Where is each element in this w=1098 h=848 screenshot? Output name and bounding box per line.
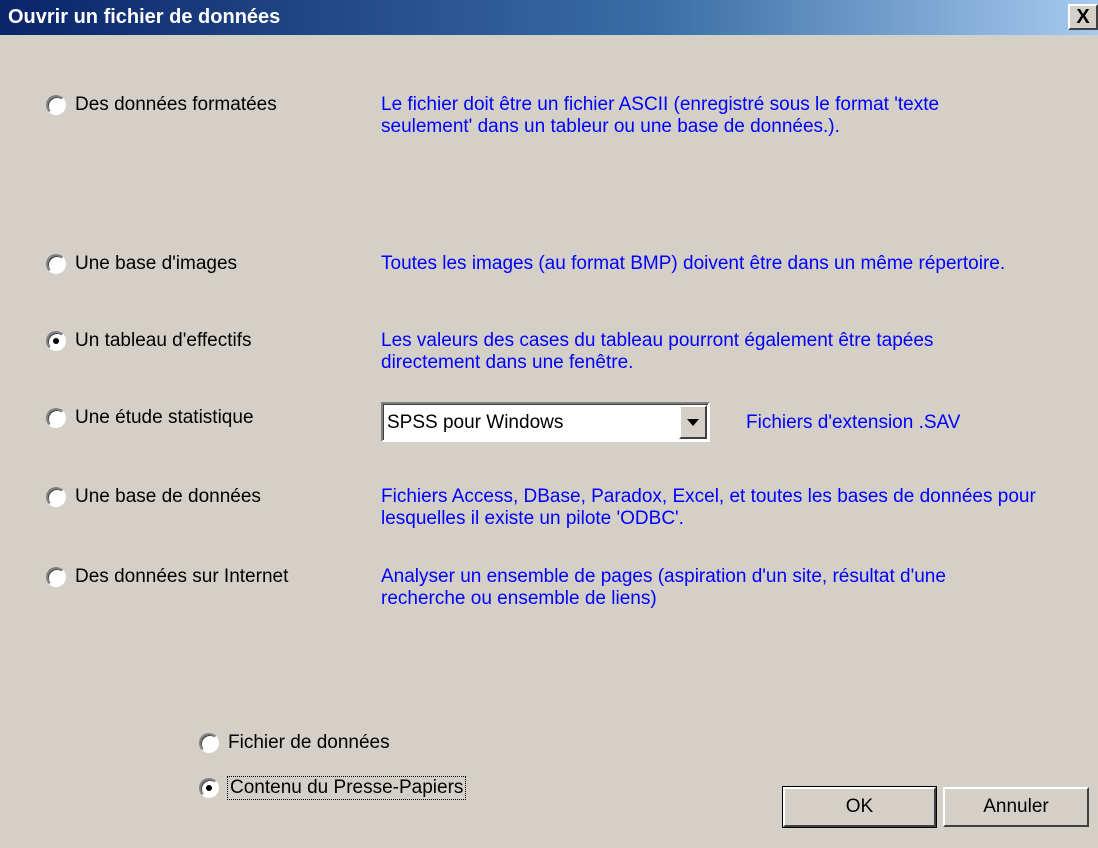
option-label-statistical-study: Une étude statistique — [75, 407, 254, 428]
radio-database[interactable] — [46, 487, 66, 507]
description-database: Fichiers Access, DBase, Paradox, Excel, … — [381, 486, 1036, 529]
chevron-down-icon[interactable] — [679, 405, 707, 439]
description-formatted-data: Le fichier doit être un fichier ASCII (e… — [381, 94, 940, 137]
close-icon: X — [1076, 6, 1090, 28]
option-statistical-study[interactable]: Une étude statistique — [46, 407, 254, 429]
option-label-frequency-table: Un tableau d'effectifs — [75, 330, 252, 351]
option-label-formatted-data: Des données formatées — [75, 94, 277, 115]
source-label-data-file: Fichier de données — [228, 732, 390, 753]
description-image-base: Toutes les images (au format BMP) doiven… — [381, 253, 1006, 274]
cancel-button[interactable]: Annuler — [943, 787, 1089, 827]
option-formatted-data[interactable]: Des données formatées — [46, 94, 277, 116]
radio-image-base[interactable] — [46, 254, 66, 274]
option-image-base[interactable]: Une base d'images — [46, 253, 237, 275]
radio-formatted-data[interactable] — [46, 95, 66, 115]
close-button[interactable]: X — [1068, 4, 1098, 30]
source-data-file[interactable]: Fichier de données — [199, 732, 390, 754]
option-frequency-table[interactable]: Un tableau d'effectifs — [46, 330, 252, 352]
radio-frequency-table[interactable] — [46, 331, 66, 351]
stat-format-select[interactable]: SPSS pour Windows — [381, 402, 710, 442]
option-database[interactable]: Une base de données — [46, 486, 261, 508]
description-internet-data: Analyser un ensemble de pages (aspiratio… — [381, 566, 946, 609]
radio-statistical-study[interactable] — [46, 408, 66, 428]
title-bar: Ouvrir un fichier de données X — [0, 0, 1098, 35]
description-frequency-table: Les valeurs des cases du tableau pourron… — [381, 330, 934, 373]
window-title: Ouvrir un fichier de données — [8, 6, 281, 28]
description-statistical-study: Fichiers d'extension .SAV — [746, 412, 961, 433]
ok-button[interactable]: OK — [782, 786, 937, 828]
radio-source-clipboard[interactable] — [199, 778, 219, 798]
option-label-database: Une base de données — [75, 486, 261, 507]
option-label-internet-data: Des données sur Internet — [75, 566, 289, 587]
option-label-image-base: Une base d'images — [75, 253, 238, 274]
source-clipboard[interactable]: Contenu du Presse-Papiers — [199, 776, 467, 800]
source-label-clipboard: Contenu du Presse-Papiers — [226, 776, 467, 800]
radio-source-data-file[interactable] — [199, 733, 219, 753]
stat-format-value: SPSS pour Windows — [387, 412, 564, 433]
option-internet-data[interactable]: Des données sur Internet — [46, 566, 288, 588]
radio-internet-data[interactable] — [46, 567, 66, 587]
